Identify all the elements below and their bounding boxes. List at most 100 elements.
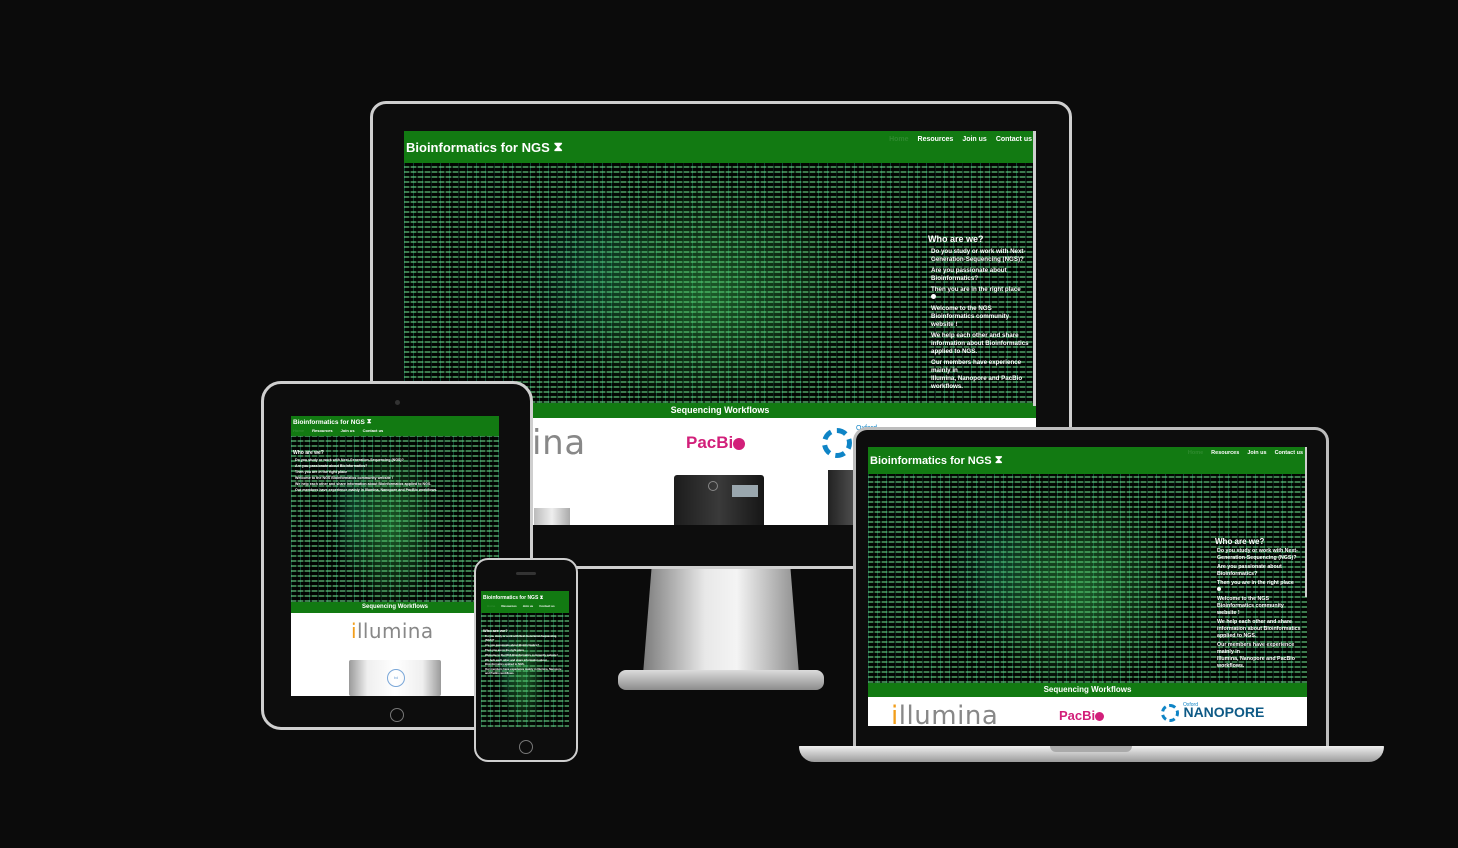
smiley-icon <box>931 294 936 299</box>
machine-screen <box>732 485 758 497</box>
nav-contact-us[interactable]: Contact us <box>539 604 555 608</box>
dna-icon: ⧗ <box>994 454 1003 466</box>
brand-logo[interactable]: Bioinformatics for NGS ⧗ <box>870 454 1003 467</box>
pacbio-o-icon <box>1095 712 1105 722</box>
about-line: Do you study or work with Next-Generatio… <box>295 458 404 462</box>
monitor-stand-foot <box>618 670 824 690</box>
nav-join-us[interactable]: Join us <box>523 604 534 608</box>
nav-home[interactable]: Home <box>1188 450 1203 456</box>
about-line: We help each other and share information… <box>295 482 432 486</box>
pacbio-machine <box>674 475 764 528</box>
about-line: Our members have experience mainly in <box>931 359 1022 374</box>
brand-title: Bioinformatics for NGS <box>870 454 992 467</box>
about-line: Illumina, Nanopore and PacBio workflows. <box>1217 656 1295 669</box>
navbar: Bioinformatics for NGS ⧗ Home Resources … <box>404 131 1036 163</box>
about-line: Welcome to the NGS Bioinformatics commun… <box>1217 596 1284 616</box>
illumina-logo[interactable]: ina <box>532 423 586 463</box>
nav-contact-us[interactable]: Contact us <box>363 428 384 433</box>
about-line: Are you passionate about Bioinformatics? <box>931 267 1007 282</box>
hero-banner: Who are we? Do you study or work with Ne… <box>291 436 499 602</box>
nav-home[interactable]: Home <box>889 136 908 143</box>
dna-icon: ⧗ <box>553 139 563 154</box>
scrollbar[interactable] <box>1033 131 1036 406</box>
nav-join-us[interactable]: Join us <box>1247 450 1266 456</box>
illumina-logo[interactable]: illumina <box>351 619 434 643</box>
about-line: Our members have experience mainly in <box>295 488 364 492</box>
tablet-website: Bioinformatics for NGS ⧗ Home Resources … <box>291 416 499 696</box>
about-line: Illumina, Nanopore and PacBio workflows. <box>931 375 1023 390</box>
pacbio-o-icon <box>733 437 746 450</box>
brand-title: Bioinformatics for NGS <box>406 139 550 155</box>
nanopore-ring-icon <box>822 428 852 458</box>
about-heading: Who are we? <box>1215 537 1265 546</box>
nav-links: Home Resources Join us Contact us <box>889 136 1032 143</box>
about-heading: Who are we? <box>483 628 508 633</box>
camera-icon <box>395 400 400 405</box>
pacbio-logo[interactable]: PacBi <box>1059 708 1105 723</box>
about-line: Then you are in the right place <box>931 286 1021 293</box>
nanopore-logo-cut[interactable]: Oxford <box>822 425 877 458</box>
about-section: Who are we? Do you study or work with Ne… <box>483 629 565 676</box>
about-heading: Who are we? <box>293 450 324 456</box>
nanopore-ring-icon <box>1161 704 1179 722</box>
nanopore-logo[interactable]: Oxford NANOPORE <box>1161 702 1264 722</box>
brand-logo[interactable]: Bioinformatics for NGS ⧗ <box>483 595 543 601</box>
nav-resources[interactable]: Resources <box>918 136 954 143</box>
brand-title: Bioinformatics for NGS <box>483 595 539 601</box>
pacbio-logo[interactable]: PacBi <box>686 433 746 453</box>
about-line: Do you study or work with Next-Generatio… <box>1217 548 1298 561</box>
laptop-website: Bioinformatics for NGS ⧗ Home Resources … <box>868 447 1307 726</box>
about-line: Do you study or work with Next-Generatio… <box>485 635 557 642</box>
machine-dial <box>708 481 718 491</box>
home-button[interactable] <box>390 708 404 722</box>
about-line: Are you passionate about Bioinformatics? <box>295 464 368 468</box>
nav-links: Home Resources Join us Contact us <box>487 604 555 608</box>
nav-join-us[interactable]: Join us <box>341 428 355 433</box>
about-section: Who are we? Do you study or work with Ne… <box>928 235 1030 391</box>
about-line: Then you are in the right place <box>295 470 348 474</box>
smiley-icon <box>1217 587 1221 591</box>
nav-resources[interactable]: Resources <box>312 428 332 433</box>
about-line: We help each other and share information… <box>1217 619 1301 639</box>
workflow-logos: illumina bd <box>291 613 499 696</box>
brand-title: Bioinformatics for NGS <box>293 418 365 426</box>
about-line: Illumina, Nanopore and PacBio workflows. <box>364 488 438 492</box>
workflow-logos: illumina PacBi Oxford NANOPORE <box>868 697 1307 726</box>
about-line: We help each other and share information… <box>485 659 547 666</box>
nav-join-us[interactable]: Join us <box>962 136 987 143</box>
illumina-machine: bd <box>349 660 441 696</box>
about-line: Welcome to the NGS Bioinformatics commun… <box>931 305 1010 328</box>
hero-banner: Who are we? Do you study or work with Ne… <box>404 163 1036 403</box>
speaker-grille <box>516 572 536 575</box>
home-button[interactable] <box>519 740 533 754</box>
about-section: Who are we? Do you study or work with Ne… <box>1215 538 1303 670</box>
nav-links: Home Resources Join us Contact us <box>293 428 383 433</box>
about-line: Our members have experience mainly in <box>1217 642 1295 655</box>
nav-contact-us[interactable]: Contact us <box>996 136 1032 143</box>
about-line: We help each other and share information… <box>931 332 1029 355</box>
nav-home[interactable]: Home <box>487 604 495 608</box>
about-line: Welcome to the NGS Bioinformatics commun… <box>485 654 559 657</box>
scrollbar[interactable] <box>1305 447 1307 597</box>
nav-resources[interactable]: Resources <box>501 604 516 608</box>
about-line: Our members have experience mainly in <box>485 668 537 671</box>
about-heading: Who are we? <box>928 234 984 244</box>
laptop-notch <box>1050 746 1132 752</box>
about-line: Are you passionate about Bioinformatics? <box>485 644 540 647</box>
navbar: Bioinformatics for NGS ⧗ Home Resources … <box>481 591 569 613</box>
dna-icon: ⧗ <box>366 418 372 425</box>
about-line: Then you are in the right place <box>1217 580 1294 586</box>
hero-banner: Who are we? Do you study or work with Ne… <box>868 474 1307 683</box>
nav-home[interactable]: Home <box>293 428 304 433</box>
section-title-workflows: Sequencing Workflows <box>291 602 499 613</box>
about-section: Who are we? Do you study or work with Ne… <box>293 451 493 493</box>
nav-resources[interactable]: Resources <box>1211 450 1239 456</box>
brand-logo[interactable]: Bioinformatics for NGS ⧗ <box>406 139 563 155</box>
brand-logo[interactable]: Bioinformatics for NGS ⧗ <box>293 418 371 426</box>
phone-website: Bioinformatics for NGS ⧗ Home Resources … <box>481 591 569 727</box>
navbar: Bioinformatics for NGS ⧗ Home Resources … <box>291 416 499 436</box>
nav-links: Home Resources Join us Contact us <box>1188 450 1303 456</box>
nav-contact-us[interactable]: Contact us <box>1275 450 1303 456</box>
about-line: Welcome to the NGS Bioinformatics commun… <box>295 476 393 480</box>
illumina-logo[interactable]: illumina <box>891 701 998 726</box>
